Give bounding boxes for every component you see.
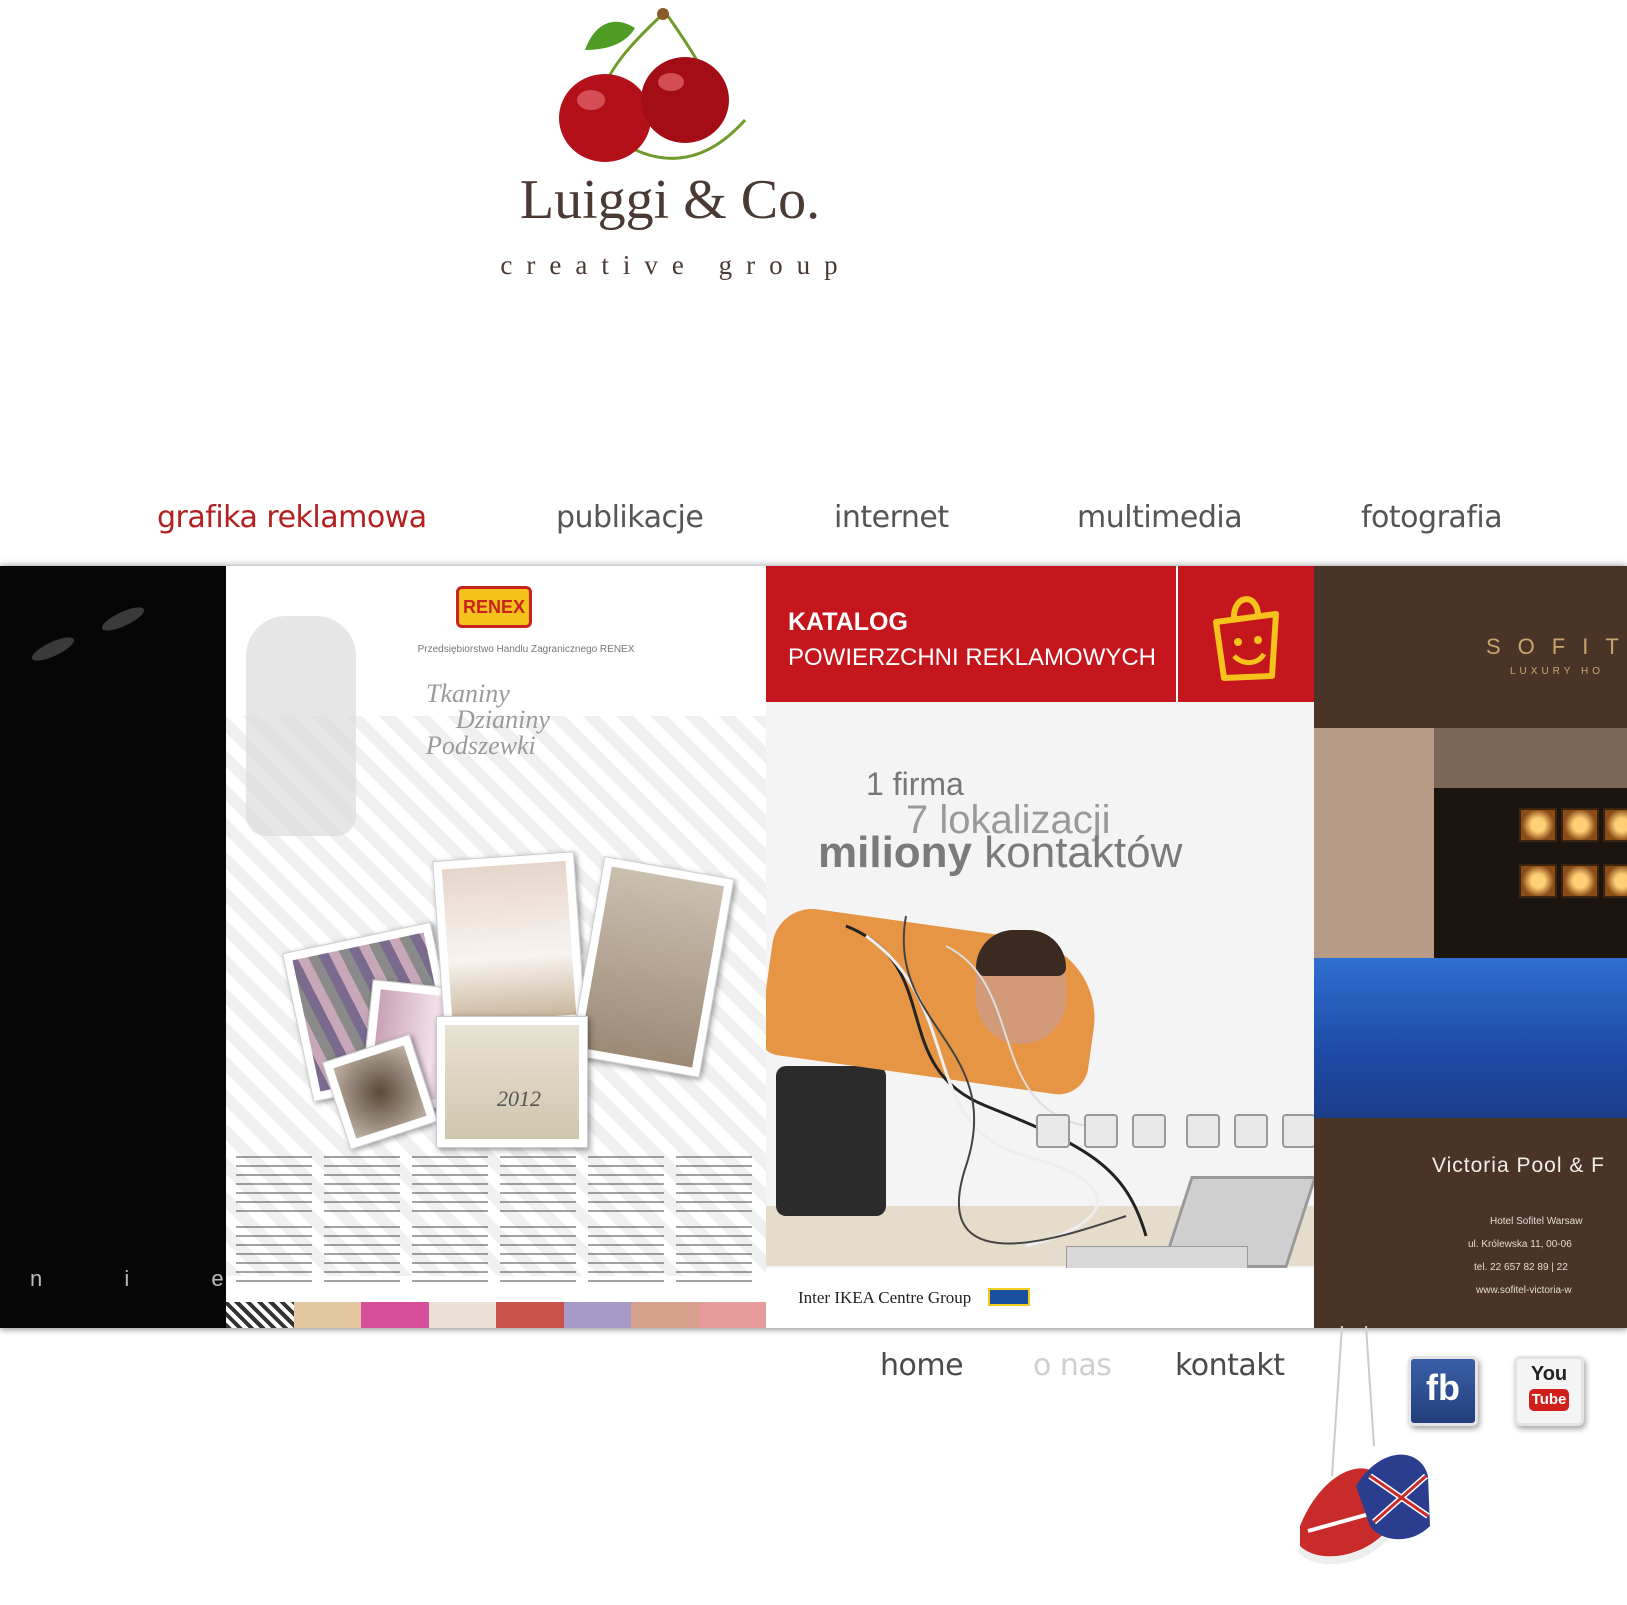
calendar-month — [588, 1156, 664, 1212]
calendar-grid — [236, 1156, 756, 1296]
catalog-subtitle: POWIERZCHNI REKLAMOWYCH — [788, 644, 1157, 671]
calendar-month — [324, 1226, 400, 1282]
sofitel-address-line: Hotel Sofitel Warsaw — [1490, 1216, 1583, 1227]
ikea-logo-icon — [988, 1288, 1030, 1306]
lamp-icon — [1519, 864, 1557, 898]
portfolio-item-ikea[interactable]: KATALOG POWIERZCHNI REKLAMOWYCH 1 firma … — [766, 566, 1314, 1328]
portfolio-item-renex[interactable]: RENEX Przedsiębiorstwo Handlu Zagraniczn… — [226, 566, 766, 1328]
socket-icon — [1282, 1114, 1314, 1148]
slogan-line-3: miliony kontaktów — [818, 828, 1182, 878]
fabric-swatches — [226, 1302, 766, 1328]
sofitel-address-line: ul. Królewska 11, 00-06 — [1468, 1239, 1572, 1250]
socket-icon — [1036, 1114, 1070, 1148]
renex-company-line: Przedsiębiorstwo Handlu Zagranicznego RE… — [417, 644, 635, 655]
lamp-icon — [1603, 808, 1627, 842]
youtube-icon-bottom: Tube — [1529, 1389, 1569, 1411]
slogan-rest: kontaktów — [984, 828, 1183, 877]
slogan-bold: miliony — [818, 828, 973, 877]
youtube-icon-top: You — [1530, 1363, 1568, 1385]
nav-o-nas[interactable]: o nas — [1033, 1348, 1112, 1383]
lamp-icon — [1561, 864, 1599, 898]
catalog-header: KATALOG POWIERZCHNI REKLAMOWYCH — [766, 566, 1314, 702]
catalog-footer-text: Inter IKEA Centre Group — [798, 1288, 972, 1307]
brand-name: Luiggi & Co. — [519, 169, 821, 231]
socket-icon — [1186, 1114, 1220, 1148]
script-line: Podszewki — [426, 731, 536, 760]
pool-wall — [1314, 728, 1434, 958]
calendar-year: 2012 — [497, 1086, 541, 1111]
pool-lights — [1519, 808, 1627, 958]
calendar-month — [500, 1226, 576, 1282]
facebook-button[interactable]: fb — [1408, 1356, 1478, 1426]
script-line: Tkaniny — [426, 679, 510, 708]
facebook-icon: fb — [1426, 1367, 1460, 1408]
calendar-month — [412, 1226, 488, 1282]
brand-logo[interactable]: Luiggi & Co. creative group — [440, 0, 880, 300]
calendar-month — [676, 1226, 752, 1282]
youtube-button[interactable]: You Tube — [1514, 1356, 1584, 1426]
photo-calendar-cover — [436, 1016, 588, 1148]
panel-letters: n i e — [30, 1266, 224, 1291]
pool-water — [1314, 958, 1627, 1118]
pool-photo — [1314, 728, 1627, 1118]
spotlight-icon — [29, 632, 77, 666]
calendar-month — [236, 1226, 312, 1282]
portfolio-item-dark[interactable]: n i e — [0, 566, 226, 1328]
portfolio-item-sofitel[interactable]: SOFIT LUXURY HO Victoria Pool & F Hotel … — [1314, 566, 1627, 1328]
main-nav: grafika reklamowa publikacje internet mu… — [0, 500, 1627, 540]
cherries-icon — [559, 8, 747, 162]
sofitel-logo-sub: LUXURY HO — [1510, 666, 1604, 677]
calendar-month — [588, 1226, 664, 1282]
sofitel-logo: SOFIT — [1486, 634, 1627, 659]
nav-home[interactable]: home — [880, 1348, 964, 1383]
spotlight-icon — [99, 602, 147, 636]
calendar-month — [500, 1156, 576, 1212]
nav-internet[interactable]: internet — [834, 500, 949, 535]
calendar-month — [676, 1156, 752, 1212]
sofitel-address-line: www.sofitel-victoria-w — [1476, 1285, 1572, 1296]
script-line: Dzianiny — [456, 705, 550, 734]
lamp-icon — [1561, 808, 1599, 842]
laptop-base — [1066, 1246, 1248, 1270]
nav-kontakt[interactable]: kontakt — [1175, 1348, 1285, 1383]
lamp-icon — [1603, 864, 1627, 898]
nav-publikacje[interactable]: publikacje — [556, 500, 704, 535]
photo-bride — [432, 851, 586, 1033]
shopping-bag-icon — [1213, 596, 1279, 681]
socket-icon — [1132, 1114, 1166, 1148]
calendar-month — [236, 1156, 312, 1212]
socket-icon — [1234, 1114, 1268, 1148]
brand-tagline: creative group — [500, 250, 852, 280]
lamp-icon — [1519, 808, 1557, 842]
calendar-month — [412, 1156, 488, 1212]
nav-grafika-reklamowa[interactable]: grafika reklamowa — [157, 500, 427, 535]
catalog-footer: Inter IKEA Centre Group — [766, 1268, 1314, 1328]
footer-nav: home o nas kontakt — [0, 1348, 1300, 1388]
catalog-title: KATALOG — [788, 608, 908, 636]
header-divider — [1176, 566, 1178, 702]
nav-fotografia[interactable]: fotografia — [1361, 500, 1503, 535]
sofitel-address-line: tel. 22 657 82 89 | 22 — [1474, 1262, 1568, 1273]
nav-multimedia[interactable]: multimedia — [1077, 500, 1243, 535]
calendar-month — [324, 1156, 400, 1212]
renex-logo: RENEX — [456, 586, 532, 628]
cables-illustration — [845, 915, 1148, 1248]
sofitel-title: Victoria Pool & F — [1432, 1154, 1606, 1177]
socket-icon — [1084, 1114, 1118, 1148]
portfolio-carousel[interactable]: n i e RENEX Przedsiębiorstwo Handlu Zagr… — [0, 566, 1627, 1328]
renex-script-text: Tkaniny Dzianiny Podszewki — [426, 681, 550, 759]
